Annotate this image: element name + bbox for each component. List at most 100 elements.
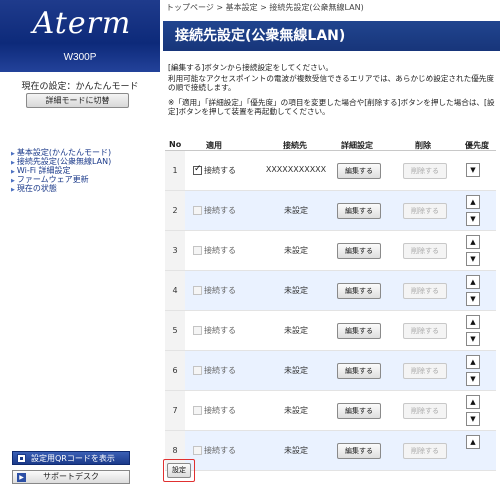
bullet-icon: ▶ [11,151,15,157]
set-button-highlight: 設定 [163,459,195,482]
description-note: ※「適用」「詳細設定」「優先度」の項目を変更した場合や[削除する]ボタンを押した… [168,98,495,116]
header-priority: 優先度 [465,141,489,150]
apply-checkbox[interactable] [193,246,202,255]
priority-down-icon[interactable]: ▼ [466,412,480,426]
priority-down-icon[interactable]: ▼ [466,252,480,266]
aterm-logo: Aterm [32,6,132,41]
apply-checkbox[interactable] [193,206,202,215]
priority-up-icon[interactable]: ▲ [466,195,480,209]
edit-button[interactable]: 編集する [337,443,381,459]
priority-up-icon[interactable]: ▲ [466,315,480,329]
priority-up-icon[interactable]: ▲ [466,235,480,249]
edit-button[interactable]: 編集する [337,203,381,219]
priority-up-icon[interactable]: ▲ [466,275,480,289]
priority-up-icon[interactable]: ▲ [466,395,480,409]
set-button[interactable]: 設定 [167,463,191,478]
apply-checkbox[interactable] [193,286,202,295]
apply-checkbox[interactable] [193,446,202,455]
header-apply: 適用 [206,141,222,150]
header-no: No [169,140,182,149]
sidebar: Aterm W300P 現在の設定：かんたんモード 詳細モードに切替 ▶ 基本設定… [0,0,160,492]
delete-button: 削除する [403,403,447,419]
bullet-icon: ▶ [11,169,15,175]
priority-down-icon[interactable]: ▼ [466,212,480,226]
delete-button: 削除する [403,363,447,379]
priority-up-icon[interactable]: ▲ [466,435,480,449]
table-row: 6 接続する 未設定 編集する 削除する ▲ ▼ [165,351,496,391]
delete-button: 削除する [403,323,447,339]
arrow-right-icon: ▶ [17,473,26,482]
row-number: 6 [165,351,185,390]
page-title: 接続先設定(公衆無線LAN) [163,21,500,51]
edit-button[interactable]: 編集する [337,403,381,419]
table-body: 1接続するXXXXXXXXXXX編集する削除する▼2接続する未設定編集する削除す… [165,151,496,471]
sidebar-nav: ▶ 基本設定(かんたんモード) ▶ 接続先設定(公衆無線LAN) ▶ Wi-Fi 詳細… [11,149,111,194]
table-row: 4 接続する 未設定 編集する 削除する ▲ ▼ [165,271,496,311]
brand-header: Aterm W300P [0,0,160,72]
delete-button: 削除する [403,243,447,259]
priority-up-icon[interactable]: ▲ [466,355,480,369]
sidebar-item-status[interactable]: ▶ 現在の状態 [11,185,111,194]
apply-checkbox-label: 接続する [204,166,236,175]
table-row: 2 接続する 未設定 編集する 削除する ▲ ▼ [165,191,496,231]
row-number: 2 [165,191,185,230]
delete-button: 削除する [403,283,447,299]
priority-down-icon[interactable]: ▼ [466,332,480,346]
edit-button[interactable]: 編集する [337,163,381,179]
apply-checkbox-label: 接続する [204,286,236,295]
table-row: 3 接続する 未設定 編集する 削除する ▲ ▼ [165,231,496,271]
apply-checkbox-label: 接続する [204,366,236,375]
apply-checkbox[interactable] [193,366,202,375]
destination-value: 未設定 [284,246,308,255]
row-number: 4 [165,271,185,310]
description-line: [編集する]ボタンから接続設定をしてください。 [168,63,333,72]
qr-code-icon [17,454,26,463]
destination-value: 未設定 [284,286,308,295]
priority-down-icon[interactable]: ▼ [466,292,480,306]
row-number: 5 [165,311,185,350]
delete-button: 削除する [403,443,447,459]
priority-down-icon[interactable]: ▼ [466,163,480,177]
table-row: 1 接続する XXXXXXXXXXX 編集する 削除する ▼ [165,151,496,191]
current-mode-label: 現在の設定：かんたんモード [21,82,139,92]
breadcrumb: トップページ > 基本設定 > 接続先設定(公衆無線LAN) [166,3,364,12]
table-row: 7 接続する 未設定 編集する 削除する ▲ ▼ [165,391,496,431]
table-header: No 適用 接続先 詳細設定 削除 優先度 [165,139,496,151]
header-destination: 接続先 [283,141,307,150]
apply-checkbox-label: 接続する [204,406,236,415]
apply-checkbox[interactable] [193,164,202,175]
header-delete: 削除 [415,141,431,150]
switch-detail-mode-button[interactable]: 詳細モードに切替 [26,93,129,108]
bullet-icon: ▶ [11,160,15,166]
destination-value: 未設定 [284,446,308,455]
table-row: 5 接続する 未設定 編集する 削除する ▲ ▼ [165,311,496,351]
description: [編集する]ボタンから接続設定をしてください。 利用可能なアクセスポイントの電波… [168,63,496,118]
header-detail-settings: 詳細設定 [341,141,373,150]
connection-table: No 適用 接続先 詳細設定 削除 優先度 1 接続する XXXXXXXXXXX 編集… [165,139,496,471]
edit-button[interactable]: 編集する [337,323,381,339]
apply-checkbox[interactable] [193,406,202,415]
bullet-icon: ▶ [11,187,15,193]
apply-checkbox[interactable] [193,326,202,335]
edit-button[interactable]: 編集する [337,283,381,299]
show-qr-code-button[interactable]: 設定用QRコードを表示 [12,451,130,465]
apply-checkbox-label: 接続する [204,206,236,215]
row-number: 3 [165,231,185,270]
edit-button[interactable]: 編集する [337,363,381,379]
row-number: 7 [165,391,185,430]
apply-checkbox-label: 接続する [204,246,236,255]
destination-value: 未設定 [284,406,308,415]
support-desk-button[interactable]: ▶ サポートデスク [12,470,130,484]
model-name: W300P [63,52,97,63]
apply-checkbox-label: 接続する [204,446,236,455]
edit-button[interactable]: 編集する [337,243,381,259]
row-number: 1 [165,151,185,190]
delete-button: 削除する [403,163,447,179]
destination-value: 未設定 [284,206,308,215]
destination-value: 未設定 [284,326,308,335]
description-line: 利用可能なアクセスポイントの電波が複数受信できるエリアでは、あらかじめ設定された… [168,74,494,92]
destination-value: 未設定 [284,366,308,375]
destination-value: XXXXXXXXXXX [265,165,327,174]
priority-down-icon[interactable]: ▼ [466,372,480,386]
apply-checkbox-label: 接続する [204,326,236,335]
